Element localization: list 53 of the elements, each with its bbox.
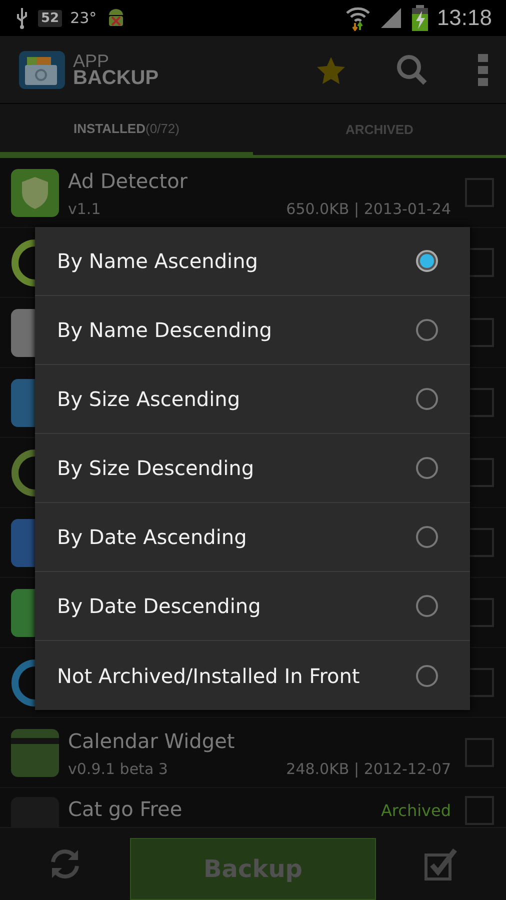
menu-icon — [478, 54, 488, 86]
radio-button[interactable] — [416, 595, 438, 617]
app-icon — [10, 168, 60, 218]
radio-button[interactable] — [416, 388, 438, 410]
sort-option[interactable]: By Size Descending — [35, 434, 470, 503]
clock-time: 13:18 — [436, 5, 492, 31]
sort-option[interactable]: By Size Ascending — [35, 365, 470, 434]
app-icon — [10, 308, 35, 358]
refresh-icon — [48, 847, 82, 881]
app-version: v0.9.1 beta 3 — [68, 760, 168, 778]
checkbox[interactable] — [465, 178, 494, 207]
app-logo-icon — [19, 50, 65, 88]
app-icon — [10, 728, 60, 778]
notification-count: 52 — [38, 10, 62, 26]
app-name: Ad Detector — [68, 168, 188, 194]
usb-icon — [14, 6, 30, 30]
app-name: Calendar Widget — [68, 728, 235, 754]
wifi-icon — [344, 5, 371, 31]
sort-option[interactable]: By Name Descending — [35, 296, 470, 365]
sort-option[interactable]: By Name Ascending — [35, 227, 470, 296]
app-icon — [10, 238, 35, 288]
overflow-menu-button[interactable] — [478, 54, 488, 86]
app-icon — [10, 378, 35, 428]
checkbox-tick-icon — [424, 847, 458, 881]
app-name: Cat go Free — [68, 796, 182, 822]
sort-option[interactable]: By Date Ascending — [35, 503, 470, 572]
app-icon — [10, 588, 35, 638]
logo-text: APP — [73, 52, 110, 70]
temperature: 23° — [70, 9, 97, 27]
app-icon — [10, 518, 35, 568]
app-version: v1.1 — [68, 200, 101, 218]
checkbox[interactable] — [465, 796, 494, 825]
tab[interactable]: INSTALLED(0/72) — [0, 104, 253, 158]
app-size-date: 650.0KB | 2013-01-24 — [286, 200, 451, 218]
radio-button[interactable] — [416, 319, 438, 341]
archived-status: Archived — [380, 800, 451, 822]
signal-icon — [378, 6, 403, 30]
checkbox[interactable] — [465, 738, 494, 767]
search-button[interactable] — [396, 54, 428, 86]
logo-text: BACKUP — [73, 70, 159, 86]
sort-option[interactable]: Not Archived/Installed In Front — [35, 641, 470, 710]
battery-icon — [410, 5, 429, 31]
radio-button[interactable] — [416, 250, 438, 272]
app-icon — [10, 658, 35, 708]
radio-button[interactable] — [416, 457, 438, 479]
radio-button[interactable] — [416, 664, 438, 686]
star-icon — [316, 56, 346, 84]
app-icon — [10, 448, 35, 498]
radio-button[interactable] — [416, 526, 438, 548]
favorites-button[interactable] — [316, 56, 346, 84]
sort-option[interactable]: By Date Descending — [35, 572, 470, 641]
search-icon — [396, 54, 428, 86]
app-size-date: 248.0KB | 2012-12-07 — [286, 760, 451, 778]
